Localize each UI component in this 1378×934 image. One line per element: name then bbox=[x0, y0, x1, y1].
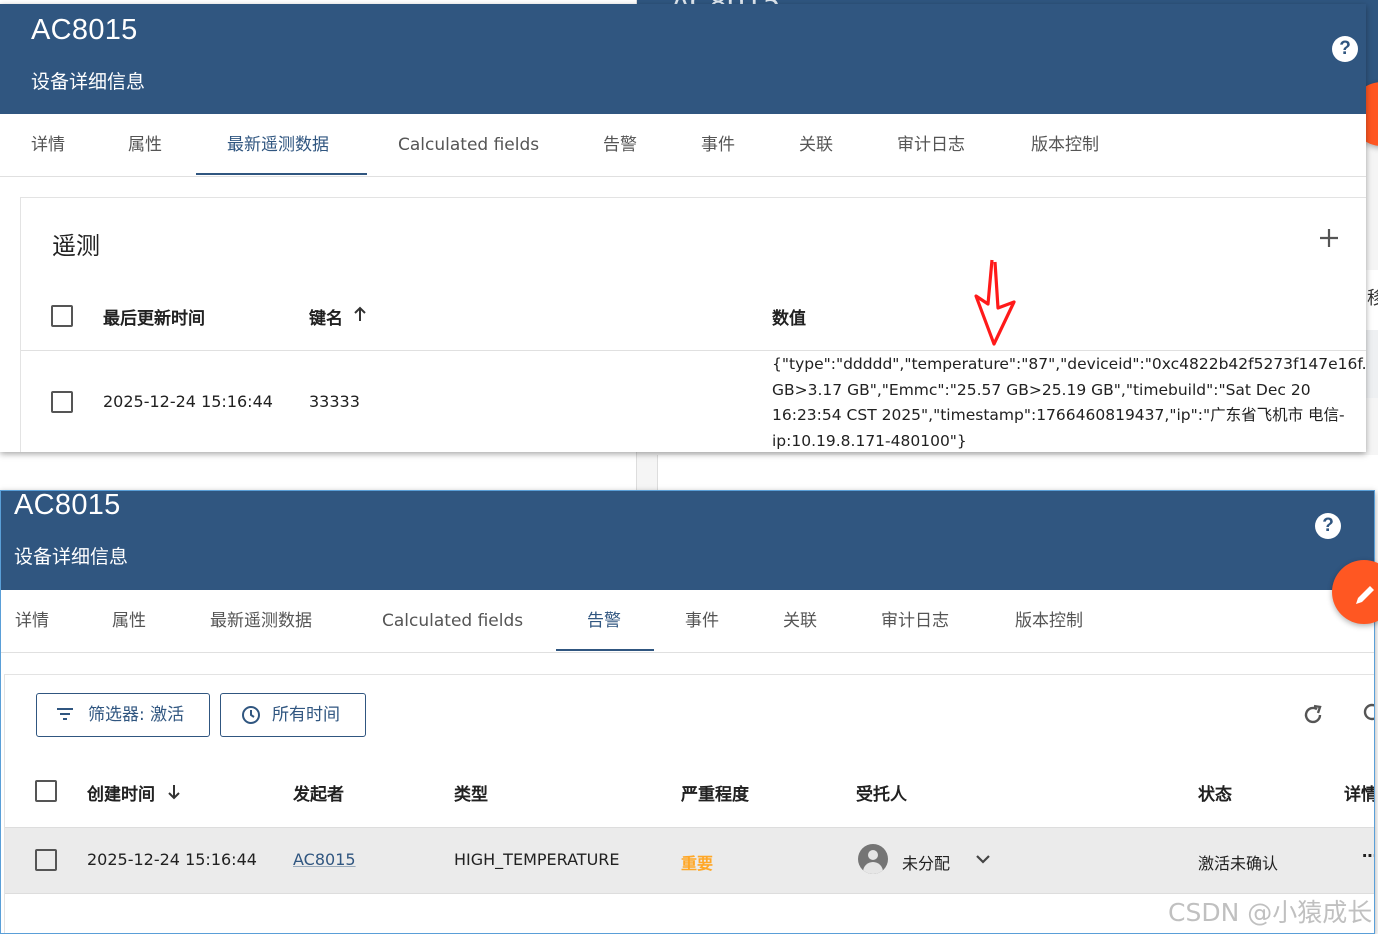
alarm-row[interactable]: 2025-12-24 15:16:44 AC8015 HIGH_TEMPERAT… bbox=[5, 827, 1374, 894]
device-title: AC8015 bbox=[31, 14, 138, 46]
active-tab-indicator bbox=[196, 173, 367, 175]
row-value-line: ip:10.19.8.171-480100"} bbox=[772, 431, 967, 450]
active-tab-indicator bbox=[556, 649, 654, 651]
tab-version-control[interactable]: 版本控制 bbox=[1031, 114, 1099, 176]
background-window-lower bbox=[657, 455, 1378, 495]
column-key[interactable]: 键名 bbox=[309, 304, 343, 329]
telemetry-title: 遥测 bbox=[52, 232, 100, 260]
column-type[interactable]: 类型 bbox=[454, 780, 488, 805]
row-originator-link[interactable]: AC8015 bbox=[293, 850, 356, 869]
tab-relations[interactable]: 关联 bbox=[783, 590, 817, 652]
tab-calculated-fields[interactable]: Calculated fields bbox=[398, 114, 539, 176]
row-key: 33333 bbox=[309, 392, 360, 411]
tab-details[interactable]: 详情 bbox=[15, 590, 49, 652]
column-originator[interactable]: 发起者 bbox=[293, 780, 344, 805]
column-value[interactable]: 数值 bbox=[772, 304, 806, 329]
row-checkbox[interactable] bbox=[35, 849, 57, 871]
tab-details[interactable]: 详情 bbox=[31, 114, 65, 176]
refresh-icon[interactable] bbox=[1301, 703, 1325, 727]
device-subtitle: 设备详细信息 bbox=[14, 546, 129, 568]
avatar-icon bbox=[858, 844, 888, 874]
watermark: CSDN @小猿成长 bbox=[1168, 898, 1373, 927]
clock-icon bbox=[242, 706, 260, 724]
help-icon[interactable]: ? bbox=[1332, 36, 1358, 62]
filter-button[interactable]: 筛选器: 激活 bbox=[36, 693, 210, 737]
tab-version-control[interactable]: 版本控制 bbox=[1015, 590, 1083, 652]
time-range-button[interactable]: 所有时间 bbox=[220, 693, 366, 737]
tab-attributes[interactable]: 属性 bbox=[128, 114, 162, 176]
select-all-checkbox[interactable] bbox=[35, 780, 57, 802]
row-value-line: 16:23:54 CST 2025","timestamp":176646081… bbox=[772, 406, 1345, 424]
tab-latest-telemetry[interactable]: 最新遥测数据 bbox=[227, 114, 329, 176]
tab-bar: 详情 属性 最新遥测数据 Calculated fields 告警 事件 关联 … bbox=[1, 590, 1374, 653]
column-severity[interactable]: 严重程度 bbox=[681, 780, 749, 805]
header-divider bbox=[21, 350, 1366, 351]
row-value-line: {"type":"ddddd","temperature":"87","devi… bbox=[772, 355, 1366, 373]
row-status: 激活未确认 bbox=[1198, 854, 1279, 873]
row-value: {"type":"ddddd","temperature":"87","devi… bbox=[772, 352, 1366, 452]
pencil-icon bbox=[1356, 586, 1374, 604]
tab-latest-telemetry[interactable]: 最新遥测数据 bbox=[210, 590, 312, 652]
time-range-label: 所有时间 bbox=[272, 705, 340, 725]
tab-audit-logs[interactable]: 审计日志 bbox=[881, 590, 949, 652]
tab-events[interactable]: 事件 bbox=[685, 590, 719, 652]
annotation-arrow-icon bbox=[974, 259, 1016, 346]
tab-bar: 详情 属性 最新遥测数据 Calculated fields 告警 事件 关联 … bbox=[0, 114, 1366, 177]
device-header: AC8015 设备详细信息 ? bbox=[0, 4, 1366, 114]
tab-events[interactable]: 事件 bbox=[701, 114, 735, 176]
row-severity-badge: 重要 bbox=[681, 854, 714, 873]
background-char-2: 移 bbox=[1367, 288, 1378, 309]
row-checkbox[interactable] bbox=[51, 391, 73, 413]
device-header: AC8015 设备详细信息 ? bbox=[1, 491, 1374, 590]
tab-relations[interactable]: 关联 bbox=[799, 114, 833, 176]
tab-attributes[interactable]: 属性 bbox=[112, 590, 146, 652]
column-created-time[interactable]: 创建时间 bbox=[87, 780, 155, 805]
device-title: AC8015 bbox=[14, 490, 121, 521]
column-status[interactable]: 状态 bbox=[1198, 780, 1232, 805]
search-icon[interactable] bbox=[1361, 703, 1375, 727]
row-assignee[interactable]: 未分配 bbox=[902, 850, 950, 874]
row-more-icon[interactable]: ⋯ bbox=[1362, 846, 1374, 865]
tab-audit-logs[interactable]: 审计日志 bbox=[897, 114, 965, 176]
select-all-checkbox[interactable] bbox=[51, 305, 73, 327]
row-type: HIGH_TEMPERATURE bbox=[454, 850, 620, 869]
chevron-down-icon[interactable] bbox=[974, 853, 992, 865]
column-assignee[interactable]: 受托人 bbox=[856, 780, 907, 805]
filter-button-label: 筛选器: 激活 bbox=[88, 705, 185, 725]
tab-calculated-fields[interactable]: Calculated fields bbox=[382, 590, 523, 652]
bottom-device-details-panel: AC8015 设备详细信息 ? 详情 属性 最新遥测数据 Calculated … bbox=[0, 490, 1375, 934]
filter-icon bbox=[57, 708, 73, 720]
top-device-details-panel: AC8015 设备详细信息 ? 详情 属性 最新遥测数据 Calculated … bbox=[0, 4, 1366, 452]
add-icon[interactable] bbox=[1318, 227, 1340, 249]
row-created-time: 2025-12-24 15:16:44 bbox=[87, 850, 257, 869]
row-value-line: GB>3.17 GB","Emmc":"25.57 GB>25.19 GB","… bbox=[772, 380, 1311, 399]
column-last-update[interactable]: 最后更新时间 bbox=[103, 304, 205, 329]
sort-asc-icon[interactable] bbox=[353, 306, 367, 322]
row-last-update: 2025-12-24 15:16:44 bbox=[103, 392, 273, 411]
tab-alarms[interactable]: 告警 bbox=[587, 590, 621, 652]
telemetry-card: 遥测 最后更新时间 键名 数值 2025-12-24 15:16:44 3333… bbox=[20, 197, 1366, 452]
device-subtitle: 设备详细信息 bbox=[31, 71, 146, 93]
column-details[interactable]: 详情 bbox=[1344, 780, 1374, 805]
help-icon[interactable]: ? bbox=[1315, 513, 1341, 539]
sort-desc-icon[interactable] bbox=[167, 784, 181, 800]
tab-alarms[interactable]: 告警 bbox=[603, 114, 637, 176]
